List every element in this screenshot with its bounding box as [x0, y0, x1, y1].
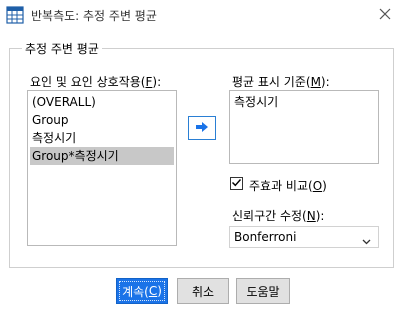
spss-table-icon: [6, 6, 24, 24]
list-item-time[interactable]: 측정시기: [30, 129, 76, 147]
ci-adjustment-label: 신뢰구간 수정(N):: [232, 209, 325, 223]
factors-label: 요인 및 요인 상호작용(F):: [30, 75, 162, 89]
compare-main-effects-checkbox[interactable]: [230, 177, 243, 190]
chevron-down-icon: [362, 234, 371, 248]
help-button[interactable]: 도움말: [236, 278, 290, 304]
compare-main-effects-label[interactable]: 주효과 비교(O): [249, 177, 327, 194]
continue-button[interactable]: 계속(C): [116, 278, 168, 304]
close-icon: [379, 8, 391, 23]
ci-adjustment-value: Bonferroni: [234, 230, 297, 244]
group-legend: 추정 주변 평균: [22, 40, 102, 57]
title-bar: 반복측도: 추정 주변 평균: [0, 0, 404, 30]
list-item-overall[interactable]: (OVERALL): [30, 93, 96, 111]
display-means-label: 평균 표시 기준(M):: [232, 75, 330, 89]
ci-adjustment-select[interactable]: Bonferroni: [229, 226, 379, 248]
list-item-group-by-time[interactable]: Group*측정시기: [30, 147, 174, 165]
close-button[interactable]: [371, 3, 399, 27]
display-means-item[interactable]: 측정시기: [232, 93, 278, 111]
list-item-group[interactable]: Group: [30, 111, 69, 129]
cancel-button[interactable]: 취소: [177, 278, 229, 304]
window-title: 반복측도: 추정 주변 평균: [31, 9, 157, 23]
factors-listbox[interactable]: (OVERALL) Group 측정시기 Group*측정시기: [27, 90, 177, 246]
right-arrow-icon: [195, 121, 209, 136]
checkmark-icon: [231, 177, 242, 191]
display-means-listbox[interactable]: 측정시기: [229, 90, 379, 164]
move-right-button[interactable]: [188, 116, 216, 140]
